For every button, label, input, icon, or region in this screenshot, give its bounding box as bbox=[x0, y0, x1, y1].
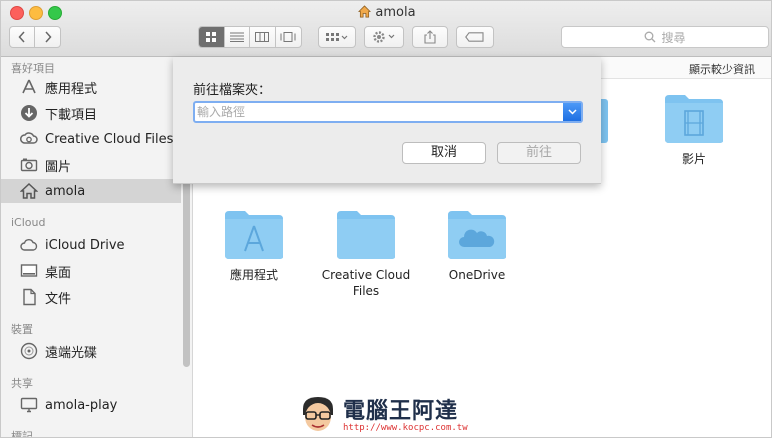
onedrive-folder-icon bbox=[448, 211, 506, 259]
cloud-icon bbox=[19, 235, 39, 255]
sidebar-item-label: amola bbox=[45, 183, 86, 199]
search-placeholder: 搜尋 bbox=[661, 30, 686, 45]
sidebar-scrollbar[interactable] bbox=[183, 177, 190, 367]
sidebar-section-tags: 標記 bbox=[11, 430, 33, 438]
folder-icon bbox=[337, 211, 395, 259]
path-field bbox=[193, 101, 583, 123]
tag-icon bbox=[465, 32, 484, 42]
arrange-icon bbox=[326, 33, 348, 41]
share-button[interactable] bbox=[412, 26, 448, 48]
sidebar-item-amola-play[interactable]: amola-play bbox=[1, 393, 181, 417]
folder-label: 影片 bbox=[681, 152, 706, 166]
sidebar-item-label: 下載項目 bbox=[45, 107, 98, 123]
sidebar-item-remote-disc[interactable]: 遠端光碟 bbox=[1, 339, 181, 363]
creative-cloud-icon bbox=[19, 129, 39, 149]
search-field[interactable]: 搜尋 bbox=[561, 26, 769, 48]
sidebar-section-devices: 裝置 bbox=[11, 323, 33, 336]
gear-icon bbox=[373, 31, 395, 43]
sidebar-section-shared: 共享 bbox=[11, 377, 33, 390]
applications-folder-icon bbox=[225, 211, 283, 259]
home-icon bbox=[19, 181, 39, 201]
icon-view-button[interactable] bbox=[199, 27, 225, 47]
watermark-brand: 電腦王阿達 bbox=[343, 399, 459, 424]
sidebar-item-pictures[interactable]: 圖片 bbox=[1, 153, 181, 177]
cancel-button[interactable]: 取消 bbox=[402, 142, 486, 164]
window-title-text: amola bbox=[375, 5, 416, 20]
sidebar-item-applications[interactable]: 應用程式 bbox=[1, 75, 181, 99]
camera-icon bbox=[19, 155, 39, 175]
action-button[interactable] bbox=[364, 26, 404, 48]
sidebar: 喜好項目 應用程式 下載項目 Creative Cloud Files 圖片 a… bbox=[1, 57, 193, 438]
sidebar-item-label: 應用程式 bbox=[45, 81, 98, 97]
sidebar-item-documents[interactable]: 文件 bbox=[1, 285, 181, 309]
gallery-icon bbox=[280, 32, 296, 42]
sidebar-item-downloads[interactable]: 下載項目 bbox=[1, 101, 181, 125]
download-icon bbox=[19, 103, 39, 123]
show-less-info-button[interactable]: 顯示較少資訊 bbox=[689, 61, 755, 77]
document-icon bbox=[19, 287, 39, 307]
sidebar-section-icloud: iCloud bbox=[11, 216, 46, 229]
forward-button[interactable] bbox=[35, 27, 60, 47]
folder-label: OneDrive bbox=[448, 268, 506, 282]
share-icon bbox=[424, 30, 436, 44]
folder-applications[interactable]: 應用程式 bbox=[199, 209, 309, 283]
nav-buttons bbox=[9, 26, 61, 48]
search-icon bbox=[645, 31, 656, 43]
view-mode-control bbox=[198, 26, 302, 48]
go-to-folder-sheet: 前往檔案夾： 取消 前往 bbox=[173, 57, 601, 184]
desktop-icon bbox=[19, 261, 39, 281]
sidebar-item-desktop[interactable]: 桌面 bbox=[1, 259, 181, 283]
sidebar-item-amola[interactable]: amola bbox=[1, 179, 181, 203]
sidebar-item-icloud-drive[interactable]: iCloud Drive bbox=[1, 233, 181, 257]
finder-window: amola 搜尋 喜好項目 應用程式 下載項目 Creative Cloud F… bbox=[0, 0, 772, 438]
list-icon bbox=[229, 32, 244, 42]
folder-creative-cloud-files[interactable]: Creative Cloud Files bbox=[311, 209, 421, 299]
folder-label: 應用程式 bbox=[229, 268, 278, 282]
gallery-view-button[interactable] bbox=[276, 27, 301, 47]
chevron-right-icon bbox=[44, 31, 52, 43]
path-history-dropdown[interactable] bbox=[563, 103, 581, 121]
column-view-button[interactable] bbox=[250, 27, 276, 47]
chevron-down-icon bbox=[567, 109, 577, 115]
applications-icon bbox=[19, 77, 39, 97]
sidebar-item-label: iCloud Drive bbox=[45, 237, 125, 253]
back-button[interactable] bbox=[10, 27, 36, 47]
sidebar-item-label: amola-play bbox=[45, 397, 118, 413]
sidebar-item-label: 桌面 bbox=[45, 265, 72, 281]
sidebar-item-creative-cloud[interactable]: Creative Cloud Files bbox=[1, 127, 181, 151]
tag-button[interactable] bbox=[456, 26, 494, 48]
watermark-logo: 電腦王阿達 http://www.kocpc.com.tw bbox=[297, 391, 487, 437]
folder-movies[interactable]: 影片 bbox=[639, 93, 749, 167]
sidebar-section-favorites: 喜好項目 bbox=[11, 62, 55, 75]
title-bar: amola 搜尋 bbox=[1, 1, 771, 57]
chevron-left-icon bbox=[18, 31, 25, 43]
sidebar-item-label: 圖片 bbox=[45, 159, 72, 175]
columns-icon bbox=[255, 32, 270, 42]
folder-label: Creative Cloud Files bbox=[321, 268, 411, 298]
grid-icon bbox=[206, 32, 217, 42]
film-folder-icon bbox=[665, 95, 723, 143]
watermark-url: http://www.kocpc.com.tw bbox=[343, 423, 468, 433]
sidebar-item-label: Creative Cloud Files bbox=[45, 131, 174, 147]
window-title: amola bbox=[1, 4, 771, 24]
go-button[interactable]: 前往 bbox=[497, 142, 581, 164]
sidebar-item-label: 遠端光碟 bbox=[45, 345, 98, 361]
mascot-icon bbox=[303, 397, 333, 431]
folder-onedrive[interactable]: OneDrive bbox=[422, 209, 532, 283]
monitor-icon bbox=[19, 395, 39, 415]
arrange-button[interactable] bbox=[318, 26, 356, 48]
go-to-folder-label: 前往檔案夾： bbox=[193, 83, 272, 98]
list-view-button[interactable] bbox=[225, 27, 250, 47]
sidebar-item-label: 文件 bbox=[45, 291, 72, 307]
disc-icon bbox=[19, 341, 39, 361]
path-input[interactable] bbox=[195, 103, 563, 121]
home-icon bbox=[358, 5, 372, 24]
